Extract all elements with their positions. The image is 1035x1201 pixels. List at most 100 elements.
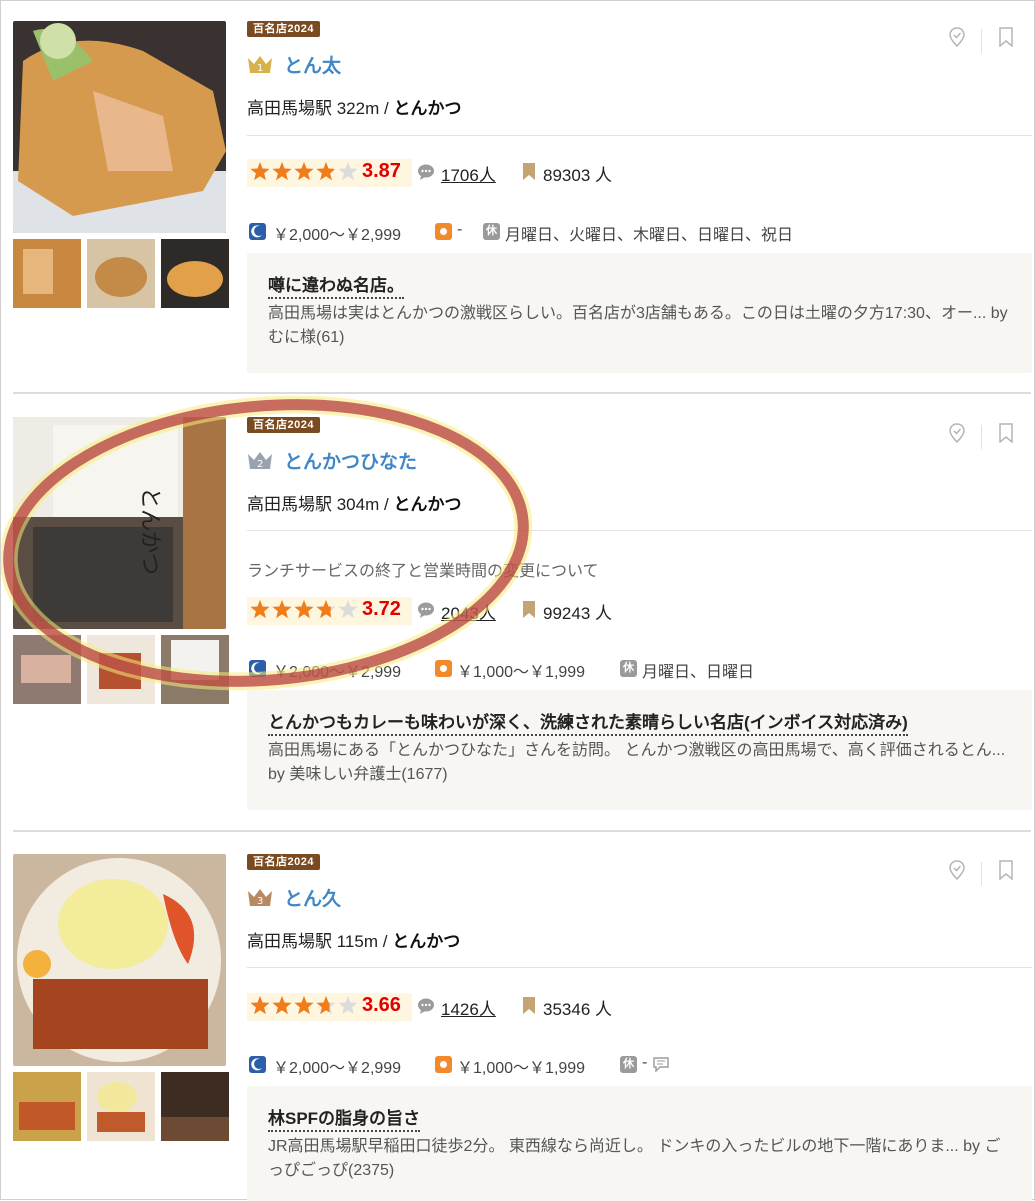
bookmark-count: 35346 人 xyxy=(543,1000,612,1019)
thumbnail-3[interactable] xyxy=(161,635,229,704)
review-box: 林SPFの脂身の旨さ JR高田馬場駅早稲田口徒歩2分。 東西線なら尚近し。 ドン… xyxy=(247,1086,1032,1201)
thumbnail-1[interactable] xyxy=(13,239,81,308)
thumbnail-3[interactable] xyxy=(161,1072,229,1141)
rank-crown-icon: 3 xyxy=(247,887,273,907)
info-row: ￥2,000～￥2,999 ￥1,000～￥1,999 休 月曜日、日曜日 xyxy=(247,658,1027,681)
icon-separator xyxy=(981,425,982,449)
closed-day-icon: 休 xyxy=(620,660,637,677)
notice-link[interactable]: ランチサービスの終了と営業時間の変更について xyxy=(247,557,599,581)
restaurant-list: 百名店2024 1 とん太 高田馬場駅 322m / とんかつ 3.87 170… xyxy=(0,0,1035,1201)
thumbnail-1[interactable] xyxy=(13,1072,81,1141)
rating-score: 3.72 xyxy=(362,598,401,620)
restaurant-card: 百名店2024 3 とん久 高田馬場駅 115m / とんかつ 3.66 142… xyxy=(1,854,1035,1201)
closed-day-icon: 休 xyxy=(620,1056,637,1073)
genre: とんかつ xyxy=(392,932,461,951)
comment-note-icon[interactable] xyxy=(653,1057,669,1072)
hyakumeiten-badge: 百名店2024 xyxy=(247,21,320,37)
thumbnail-2[interactable] xyxy=(87,635,155,704)
review-excerpt: JR高田馬場駅早稲田口徒歩2分。 東西線なら尚近し。 ドンキの入ったビルの地下一… xyxy=(268,1138,1001,1179)
review-count-link[interactable]: 2043人 xyxy=(441,599,496,624)
comment-icon xyxy=(418,164,434,180)
comment-icon xyxy=(418,602,434,618)
rating-row: 3.66 1426人 35346 人 xyxy=(247,993,947,1023)
main-photo[interactable] xyxy=(13,854,226,1066)
star-filled xyxy=(316,162,335,181)
thumbnail-1[interactable] xyxy=(13,635,81,704)
star-filled xyxy=(250,162,270,181)
map-pin-icon[interactable] xyxy=(948,860,966,880)
save-bookmark-icon[interactable] xyxy=(999,860,1013,880)
star-filled xyxy=(272,996,292,1015)
star-filled xyxy=(294,162,314,181)
star-rating-icon xyxy=(250,600,358,619)
closed-days: - xyxy=(642,1054,648,1071)
station-genre: 高田馬場駅 115m / とんかつ xyxy=(247,927,460,952)
dinner-price: ￥2,000～￥2,999 xyxy=(273,664,402,681)
bookmark-count: 89303 人 xyxy=(543,166,612,185)
review-title-link[interactable]: とんかつもカレーも味わいが深く、洗練された素晴らしい名店(インボイス対応済み) xyxy=(268,708,908,736)
map-pin-icon[interactable] xyxy=(948,423,966,443)
station-distance: 高田馬場駅 322m xyxy=(247,99,380,118)
review-count-link[interactable]: 1426人 xyxy=(441,995,496,1020)
rating-row: 3.72 2043人 99243 人 xyxy=(247,597,947,627)
star-filled xyxy=(250,996,270,1015)
star-filled xyxy=(294,996,314,1015)
restaurant-name-link[interactable]: とんかつひなた xyxy=(284,447,417,474)
separator: / xyxy=(383,99,389,118)
hyakumeiten-badge: 百名店2024 xyxy=(247,417,320,433)
separator: / xyxy=(382,932,388,951)
rank-crown-icon: 1 xyxy=(247,54,273,74)
main-photo[interactable]: とんかつ xyxy=(13,417,226,629)
review-excerpt: 高田馬場は実はとんかつの激戦区らしい。百名店が3店舗もある。この日は土曜の夕方1… xyxy=(268,305,1008,346)
divider xyxy=(247,530,1032,531)
closed-day-icon: 休 xyxy=(483,223,500,240)
star-rating-icon xyxy=(250,996,358,1015)
bookmark-count: 99243 人 xyxy=(543,604,612,623)
dinner-moon-icon xyxy=(249,660,266,677)
dinner-moon-icon xyxy=(249,223,266,240)
thumbnail-2[interactable] xyxy=(87,1072,155,1141)
svg-text:1: 1 xyxy=(257,63,263,74)
thumbnail-strip xyxy=(13,239,229,309)
closed-days: 月曜日、日曜日 xyxy=(642,664,755,681)
save-bookmark-icon[interactable] xyxy=(999,27,1013,47)
lunch-price: ￥1,000～￥1,999 xyxy=(457,1060,586,1077)
station-genre: 高田馬場駅 322m / とんかつ xyxy=(247,94,461,119)
lunch-sun-icon xyxy=(435,660,452,677)
station-distance: 高田馬場駅 304m xyxy=(247,495,380,514)
star-empty xyxy=(338,600,358,619)
thumbnail-3[interactable] xyxy=(161,239,229,308)
station-distance: 高田馬場駅 115m xyxy=(247,932,378,951)
bookmark-icon xyxy=(523,601,535,618)
restaurant-name-link[interactable]: とん太 xyxy=(284,51,341,78)
star-rating-icon xyxy=(250,162,358,181)
map-pin-icon[interactable] xyxy=(948,27,966,47)
save-bookmark-icon[interactable] xyxy=(999,423,1013,443)
svg-text:3: 3 xyxy=(257,896,263,907)
card-divider xyxy=(13,830,1031,832)
genre: とんかつ xyxy=(393,495,462,514)
station-genre: 高田馬場駅 304m / とんかつ xyxy=(247,490,461,515)
rating-box: 3.66 xyxy=(247,993,412,1021)
star-empty xyxy=(338,996,358,1015)
star-empty xyxy=(338,162,358,181)
thumbnail-2[interactable] xyxy=(87,239,155,308)
svg-text:とんかつ: とんかつ xyxy=(137,487,162,575)
restaurant-card: とんかつ 百名店2024 2 とんかつひなた 高田馬場駅 304m / とんかつ… xyxy=(1,417,1035,812)
review-title-link[interactable]: 噂に違わぬ名店。 xyxy=(268,271,404,299)
main-photo[interactable] xyxy=(13,21,226,233)
star-filled xyxy=(272,600,292,619)
star-filled xyxy=(272,162,292,181)
info-row: ￥2,000～￥2,999 - 休 月曜日、火曜日、木曜日、日曜日、祝日 xyxy=(247,221,1027,244)
svg-text:2: 2 xyxy=(257,459,263,470)
lunch-price: - xyxy=(457,221,463,238)
review-count-link[interactable]: 1706人 xyxy=(441,161,496,186)
review-excerpt: 高田馬場にある「とんかつひなた」さんを訪問。 とんかつ激戦区の高田馬場で、高く評… xyxy=(268,742,1006,783)
review-title-link[interactable]: 林SPFの脂身の旨さ xyxy=(268,1104,421,1132)
restaurant-card: 百名店2024 1 とん太 高田馬場駅 322m / とんかつ 3.87 170… xyxy=(1,21,1035,376)
restaurant-name-link[interactable]: とん久 xyxy=(284,884,341,911)
bookmark-icon xyxy=(523,997,535,1014)
divider xyxy=(247,135,1032,136)
review-box: とんかつもカレーも味わいが深く、洗練された素晴らしい名店(インボイス対応済み) … xyxy=(247,690,1032,810)
thumbnail-strip xyxy=(13,1072,229,1142)
